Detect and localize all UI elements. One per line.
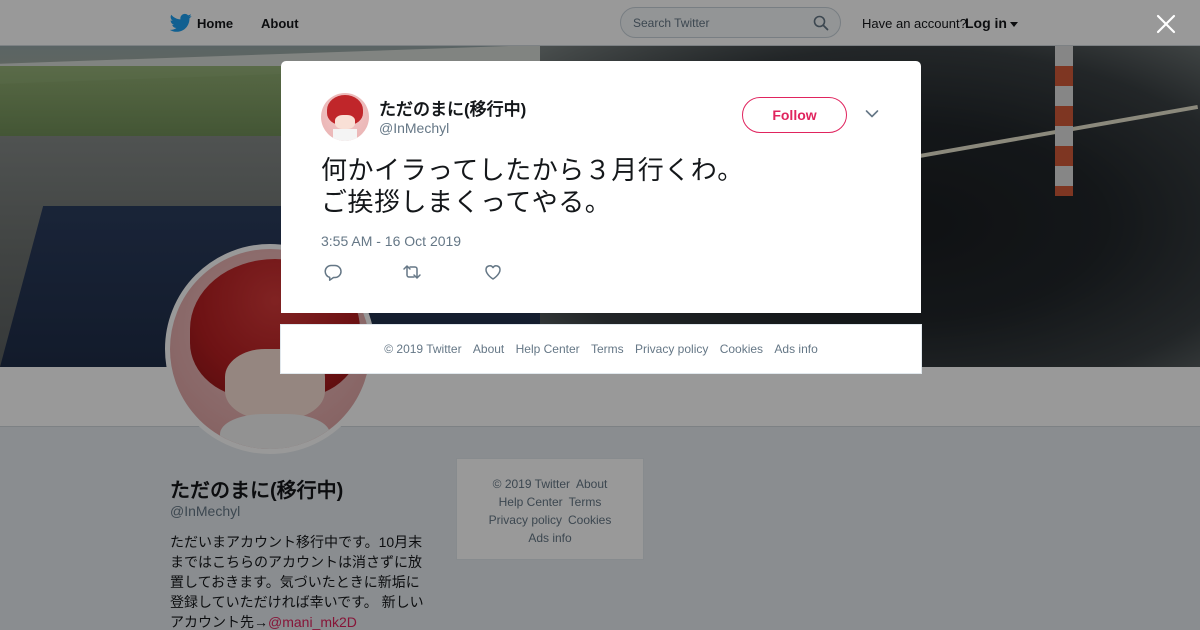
modal-footer-cookies-link[interactable]: Cookies: [720, 342, 763, 356]
tweet-text-line-1: 何かイラってしたから３月行くわ。: [321, 156, 744, 186]
tweet-avatar-collar: [333, 129, 357, 141]
tweet-text-line-2: ご挨拶しまくってやる。: [321, 188, 612, 218]
modal-footer-ads-link[interactable]: Ads info: [774, 342, 817, 356]
modal-footer-copyright: © 2019 Twitter: [384, 342, 462, 356]
close-icon[interactable]: [1155, 13, 1177, 35]
chevron-down-icon[interactable]: [865, 109, 879, 119]
retweet-icon[interactable]: [402, 263, 422, 281]
heart-icon[interactable]: [483, 263, 503, 281]
tweet-author-name[interactable]: ただのまに(移行中): [379, 95, 526, 120]
modal-footer-terms-link[interactable]: Terms: [591, 342, 624, 356]
reply-icon[interactable]: [323, 263, 343, 281]
tweet-author-handle[interactable]: @InMechyl: [379, 120, 449, 136]
modal-footer-about-link[interactable]: About: [473, 342, 504, 356]
tweet-author-avatar[interactable]: [321, 93, 369, 141]
follow-button[interactable]: Follow: [742, 97, 847, 133]
tweet-modal: ただのまに(移行中) @InMechyl Follow 何かイラってしたから３月…: [281, 61, 921, 313]
modal-footer-privacy-link[interactable]: Privacy policy: [635, 342, 708, 356]
tweet-timestamp[interactable]: 3:55 AM - 16 Oct 2019: [321, 233, 461, 249]
tweet-avatar-face: [335, 115, 355, 129]
tweet-text: 何かイラってしたから３月行くわ。 ご挨拶しまくってやる。: [321, 155, 881, 219]
modal-footer: © 2019 Twitter About Help Center Terms P…: [280, 324, 922, 374]
modal-footer-help-link[interactable]: Help Center: [516, 342, 580, 356]
